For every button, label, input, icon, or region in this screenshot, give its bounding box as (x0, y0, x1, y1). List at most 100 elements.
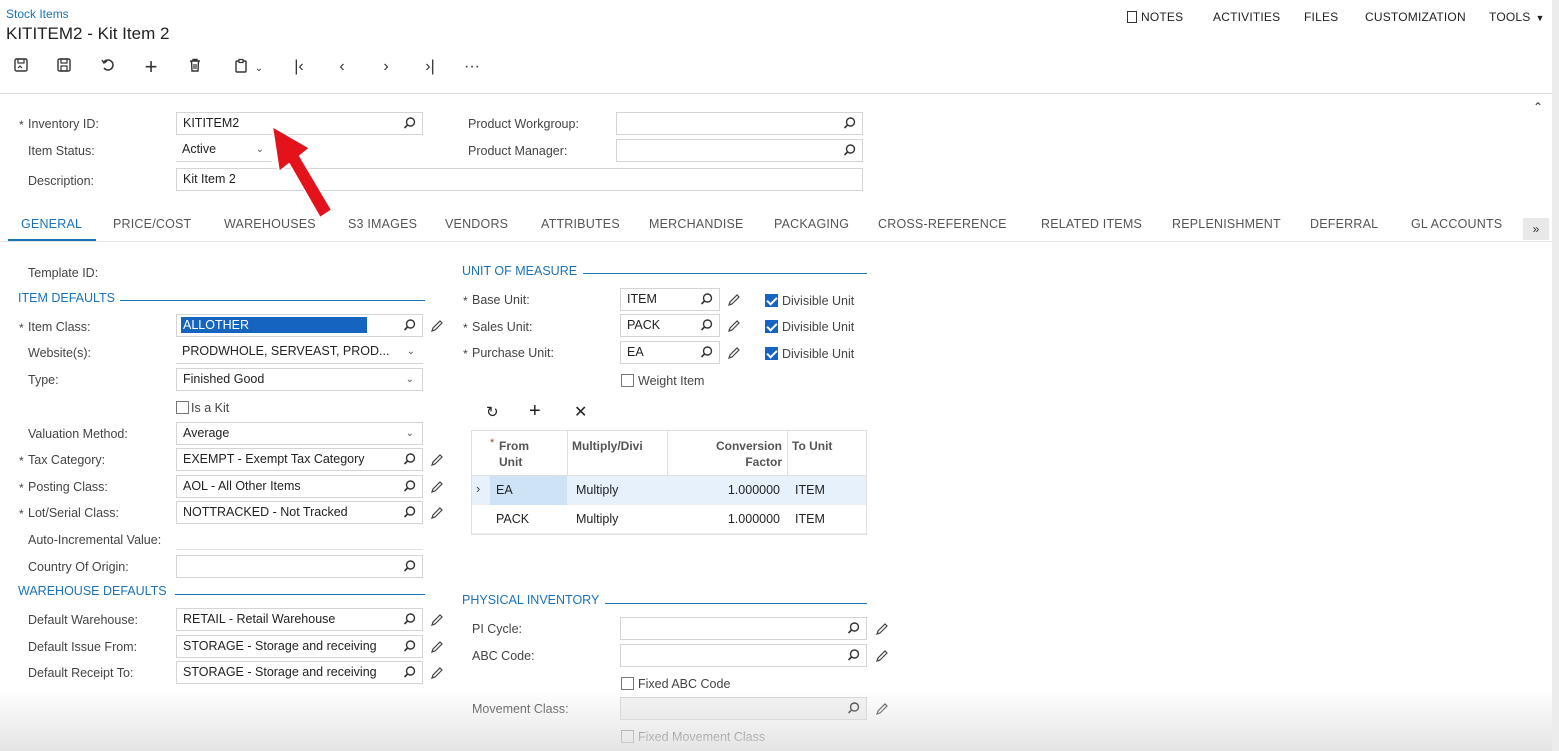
checkbox[interactable] (621, 374, 634, 387)
search-icon[interactable] (403, 315, 416, 336)
item-status-select[interactable]: Active ⌄ (176, 139, 272, 162)
edit-pencil-icon[interactable] (430, 319, 444, 333)
search-icon[interactable] (403, 476, 416, 497)
search-icon[interactable] (403, 556, 416, 577)
search-icon[interactable] (403, 502, 416, 523)
country-of-origin-field[interactable] (176, 555, 423, 578)
purchase-divisible-checkbox[interactable]: Divisible Unit (765, 346, 854, 361)
checkbox[interactable] (765, 347, 778, 360)
activities-button[interactable]: ACTIVITIES (1213, 10, 1280, 24)
edit-pencil-icon[interactable] (430, 613, 444, 627)
table-row[interactable]: › EA Multiply 1.000000 ITEM (472, 476, 866, 505)
customization-button[interactable]: CUSTOMIZATION (1365, 10, 1466, 24)
delete-row-button[interactable]: ✕ (574, 402, 587, 422)
edit-pencil-icon[interactable] (875, 702, 889, 716)
next-record-button[interactable]: › (375, 57, 397, 77)
edit-pencil-icon[interactable] (430, 506, 444, 520)
default-warehouse-field[interactable]: RETAIL - Retail Warehouse (176, 608, 423, 631)
checkbox[interactable] (765, 320, 778, 333)
collapse-summary-button[interactable]: ⌃ (1533, 100, 1543, 114)
valuation-method-select[interactable]: Average ⌄ (176, 422, 423, 445)
add-button[interactable]: + (140, 56, 162, 78)
edit-pencil-icon[interactable] (430, 453, 444, 467)
tab-merchandise[interactable]: MERCHANDISE (649, 217, 744, 231)
checkbox[interactable] (765, 294, 778, 307)
scrollbar-track[interactable] (1552, 0, 1559, 751)
search-icon[interactable] (847, 618, 860, 639)
more-actions-button[interactable]: ··· (461, 57, 483, 77)
search-icon[interactable] (847, 698, 860, 719)
search-icon[interactable] (700, 289, 713, 310)
search-icon[interactable] (700, 342, 713, 363)
edit-pencil-icon[interactable] (875, 622, 889, 636)
search-icon[interactable] (403, 636, 416, 657)
type-select[interactable]: Finished Good ⌄ (176, 368, 423, 391)
col-to-unit[interactable]: To Unit (792, 438, 832, 454)
tab-cross-reference[interactable]: CROSS-REFERENCE (878, 217, 1007, 231)
undo-button[interactable] (97, 57, 119, 77)
default-receipt-field[interactable]: STORAGE - Storage and receiving (176, 661, 423, 684)
pi-cycle-field[interactable] (620, 617, 867, 640)
tab-related-items[interactable]: RELATED ITEMS (1041, 217, 1142, 231)
product-workgroup-field[interactable] (616, 112, 863, 135)
col-multiply-divide[interactable]: Multiply/Divi (572, 438, 643, 454)
search-icon[interactable] (403, 662, 416, 683)
fixed-movement-class-checkbox[interactable]: Fixed Movement Class (621, 729, 765, 744)
col-from-unit[interactable]: From Unit (499, 438, 529, 470)
abc-code-field[interactable] (620, 644, 867, 667)
tab-replenishment[interactable]: REPLENISHMENT (1172, 217, 1281, 231)
product-manager-field[interactable] (616, 139, 863, 162)
search-icon[interactable] (403, 113, 416, 134)
base-unit-field[interactable]: ITEM (620, 288, 720, 311)
search-icon[interactable] (847, 645, 860, 666)
lot-serial-class-field[interactable]: NOTTRACKED - Not Tracked (176, 501, 423, 524)
sales-unit-field[interactable]: PACK (620, 314, 720, 337)
tax-category-field[interactable]: EXEMPT - Exempt Tax Category (176, 448, 423, 471)
edit-pencil-icon[interactable] (875, 649, 889, 663)
save-button[interactable] (53, 57, 75, 77)
movement-class-field[interactable] (620, 697, 867, 720)
tab-price-cost[interactable]: PRICE/COST (113, 217, 191, 231)
add-row-button[interactable]: + (529, 400, 541, 423)
copy-paste-button[interactable]: ⌄ (228, 57, 268, 77)
search-icon[interactable] (843, 140, 856, 161)
fixed-abc-code-checkbox[interactable]: Fixed ABC Code (621, 676, 730, 691)
posting-class-field[interactable]: AOL - All Other Items (176, 475, 423, 498)
edit-pencil-icon[interactable] (727, 293, 741, 307)
auto-incremental-field[interactable] (176, 549, 423, 550)
refresh-button[interactable]: ↻ (486, 403, 499, 421)
checkbox[interactable] (176, 401, 189, 414)
item-class-field[interactable]: ALLOTHER (176, 314, 423, 337)
checkbox[interactable] (621, 730, 634, 743)
sales-divisible-checkbox[interactable]: Divisible Unit (765, 319, 854, 334)
purchase-unit-field[interactable]: EA (620, 341, 720, 364)
tab-s3-images[interactable]: S3 IMAGES (348, 217, 417, 231)
tools-menu[interactable]: TOOLS ▼ (1489, 10, 1545, 24)
edit-pencil-icon[interactable] (727, 319, 741, 333)
search-icon[interactable] (700, 315, 713, 336)
edit-pencil-icon[interactable] (727, 346, 741, 360)
is-kit-checkbox[interactable]: Is a Kit (176, 400, 229, 415)
tab-attributes[interactable]: ATTRIBUTES (541, 217, 620, 231)
breadcrumb[interactable]: Stock Items (6, 7, 69, 21)
search-icon[interactable] (403, 609, 416, 630)
delete-button[interactable] (184, 57, 206, 77)
save-close-button[interactable] (10, 57, 32, 77)
edit-pencil-icon[interactable] (430, 480, 444, 494)
default-issue-field[interactable]: STORAGE - Storage and receiving (176, 635, 423, 658)
first-record-button[interactable]: |‹ (288, 57, 310, 77)
checkbox[interactable] (621, 677, 634, 690)
tab-packaging[interactable]: PACKAGING (774, 217, 849, 231)
search-icon[interactable] (403, 449, 416, 470)
edit-pencil-icon[interactable] (430, 640, 444, 654)
more-tabs-button[interactable]: » (1523, 218, 1549, 240)
websites-select[interactable]: PRODWHOLE, SERVEAST, PROD... ⌄ (176, 341, 423, 364)
tab-vendors[interactable]: VENDORS (445, 217, 508, 231)
search-icon[interactable] (843, 113, 856, 134)
tab-general[interactable]: GENERAL (21, 217, 82, 231)
previous-record-button[interactable]: ‹ (331, 57, 353, 77)
tab-gl-accounts[interactable]: GL ACCOUNTS (1411, 217, 1502, 231)
weight-item-checkbox[interactable]: Weight Item (621, 373, 704, 388)
files-button[interactable]: FILES (1304, 10, 1338, 24)
tab-deferral[interactable]: DEFERRAL (1310, 217, 1378, 231)
